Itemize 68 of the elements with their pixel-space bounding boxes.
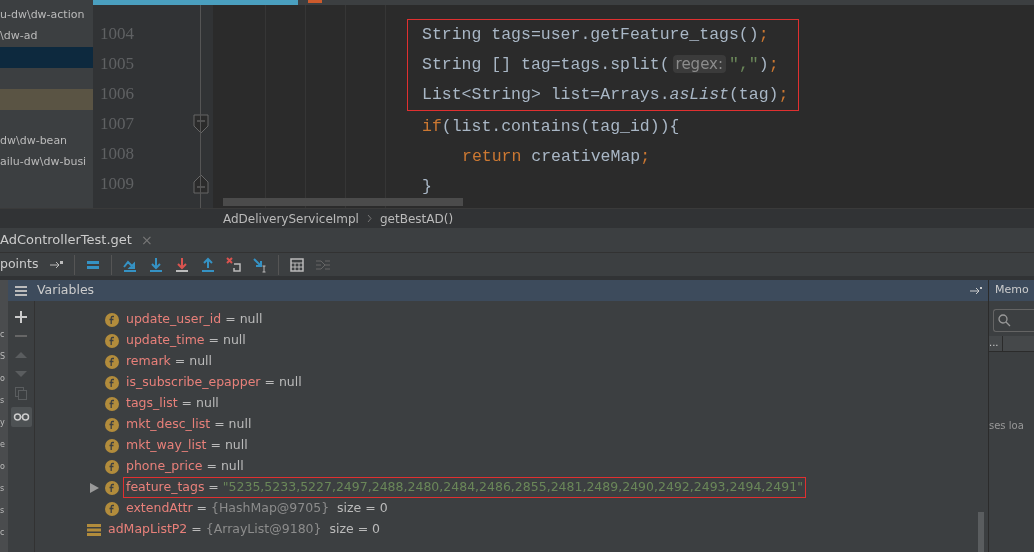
vertical-scrollbar[interactable]	[978, 512, 984, 552]
field-icon	[105, 438, 119, 453]
field-icon	[105, 375, 119, 390]
drop-frame-icon[interactable]	[226, 256, 243, 273]
toolbar-label[interactable]: points	[0, 255, 39, 274]
code-line: return creativeMap;	[462, 145, 651, 168]
breadcrumb[interactable]: getBestAD()	[379, 209, 454, 228]
glasses-icon[interactable]	[10, 407, 32, 427]
frame-item[interactable]: c	[0, 522, 8, 544]
project-tree-item[interactable]: dw\dw-bean	[0, 131, 93, 152]
chevron-icon	[366, 214, 372, 223]
code-line: List<String> list=Arrays.asList(tag);	[422, 83, 789, 106]
panel-title: Memo	[995, 282, 1029, 299]
code-line: String tags=user.getFeature_tags();	[422, 23, 769, 46]
move-down-icon[interactable]	[15, 368, 27, 380]
variable-entry[interactable]: tags_list = null	[123, 393, 222, 414]
frame-item[interactable]: e	[0, 434, 8, 456]
frame-item[interactable]: s	[0, 500, 8, 522]
variable-entry[interactable]: adMapListP2 = {ArrayList@9180} size = 0	[105, 519, 384, 540]
step-out-icon[interactable]	[200, 256, 217, 273]
add-icon[interactable]	[15, 311, 27, 323]
frame-item[interactable]: o	[0, 368, 8, 390]
field-icon	[105, 396, 119, 411]
variable-entry[interactable]: mkt_desc_list = null	[123, 414, 255, 435]
pin-icon[interactable]	[970, 285, 982, 296]
copy-icon[interactable]	[15, 387, 27, 400]
project-tree-item[interactable]: \dw-ad	[0, 26, 93, 47]
variable-entry[interactable]: mkt_way_list = null	[123, 435, 251, 456]
menu-icon[interactable]	[15, 285, 27, 296]
project-tree-item[interactable]: u-dw\dw-action	[0, 5, 93, 26]
code-line: }	[422, 175, 432, 198]
search-icon	[998, 314, 1011, 327]
project-tree-item[interactable]: ailu-dw\dw-busi	[0, 152, 93, 173]
move-up-icon[interactable]	[15, 349, 27, 361]
frame-item[interactable]: S	[0, 346, 8, 368]
field-icon	[105, 312, 119, 327]
frame-item[interactable]: s	[0, 478, 8, 500]
code-line: if(list.contains(tag_id)){	[422, 115, 680, 138]
calculator-icon[interactable]	[289, 256, 306, 273]
variable-entry[interactable]: feature_tags = "5235,5233,5227,2497,2488,2480,2484,2486,2855,2481,2489,2490,2492,2493,2494,2491"	[123, 477, 806, 498]
variable-entry[interactable]: extendAttr = {HashMap@9705} size = 0	[123, 498, 391, 519]
field-icon	[105, 333, 119, 348]
field-icon	[105, 501, 119, 516]
variable-entry[interactable]: update_time = null	[123, 330, 249, 351]
status-text: ses loa	[989, 419, 1025, 433]
variable-entry[interactable]: remark = null	[123, 351, 215, 372]
variable-entry[interactable]: is_subscribe_epapper = null	[123, 372, 305, 393]
field-icon	[105, 480, 119, 495]
code-line: String [] tag=tags.split( regex: ",");	[422, 53, 779, 76]
frame-item[interactable]: c	[0, 324, 8, 346]
variable-entry[interactable]: phone_price = null	[123, 456, 247, 477]
frame-item[interactable]: y	[0, 412, 8, 434]
search-field[interactable]	[993, 309, 1034, 332]
field-icon	[105, 354, 119, 369]
force-step-into-icon[interactable]	[174, 256, 191, 273]
field-icon	[105, 417, 119, 432]
run-to-cursor-icon[interactable]	[252, 256, 269, 273]
breadcrumb[interactable]: AdDeliveryServiceImpl	[223, 209, 359, 228]
step-into-icon[interactable]	[148, 256, 165, 273]
variable-entry[interactable]: update_user_id = null	[123, 309, 266, 330]
horizontal-scrollbar[interactable]	[223, 198, 463, 206]
frame-item[interactable]: s	[0, 390, 8, 412]
debug-tab[interactable]: AdControllerTest.get	[0, 230, 132, 250]
frame-item[interactable]: o	[0, 456, 8, 478]
panel-title: Variables	[37, 281, 95, 300]
list-icon	[87, 523, 101, 536]
expand-arrow-icon[interactable]	[89, 482, 99, 493]
field-icon	[105, 459, 119, 474]
